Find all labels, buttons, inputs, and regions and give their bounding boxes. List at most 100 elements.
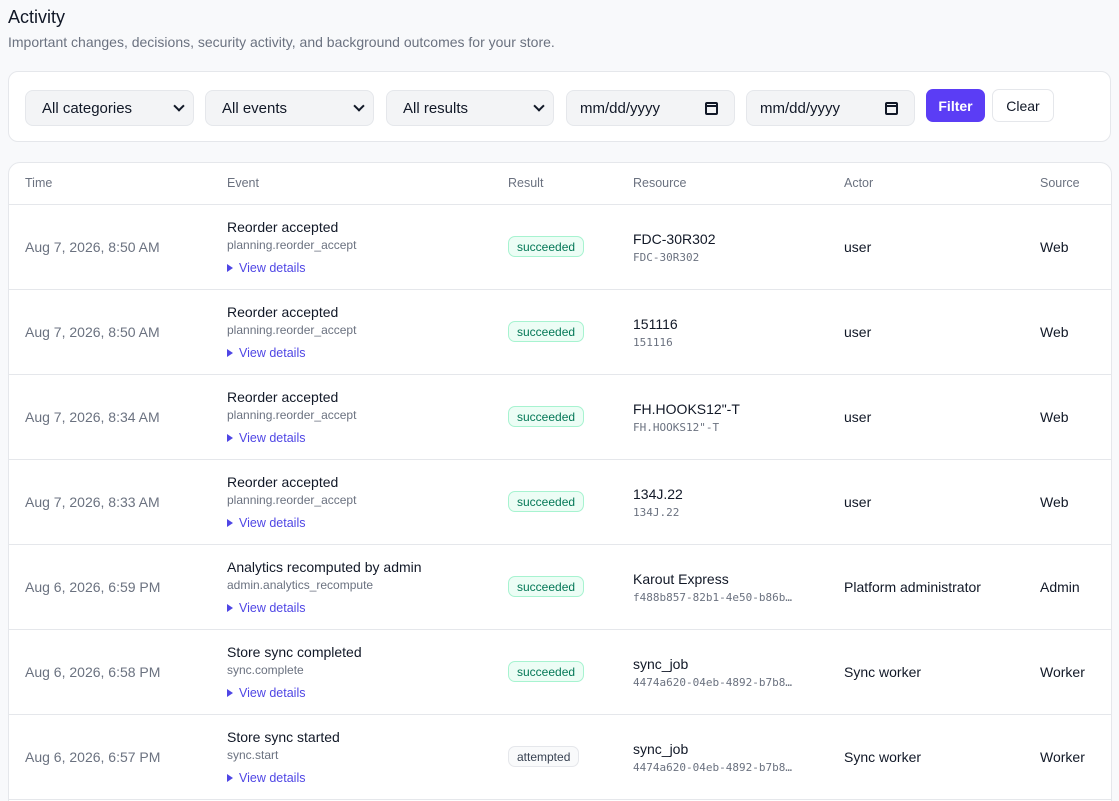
view-details-toggle[interactable]: View details bbox=[227, 686, 305, 700]
resource-id: 151116 bbox=[633, 336, 673, 349]
event-title: Reorder accepted bbox=[227, 304, 339, 320]
row-time: Aug 6, 2026, 6:59 PM bbox=[25, 579, 161, 595]
chevron-down-icon bbox=[533, 100, 545, 112]
category-select[interactable]: All categories bbox=[25, 90, 194, 126]
row-source: Web bbox=[1040, 239, 1069, 255]
page-title: Activity bbox=[8, 7, 66, 27]
category-select-value: All categories bbox=[42, 99, 133, 117]
event-code: planning.reorder_accept bbox=[227, 408, 357, 422]
row-time: Aug 6, 2026, 6:58 PM bbox=[25, 664, 161, 680]
disclosure-triangle-icon bbox=[227, 349, 233, 357]
status-badge: succeeded bbox=[508, 491, 585, 512]
view-details-label: View details bbox=[239, 516, 306, 530]
view-details-label: View details bbox=[239, 601, 306, 615]
table-header: Time Event Result Resource Actor Source bbox=[9, 163, 1111, 205]
result-select-value: All results bbox=[403, 99, 469, 117]
view-details-label: View details bbox=[239, 346, 306, 360]
resource-id: 4474a620-04eb-4892-b7b8… bbox=[633, 761, 792, 774]
view-details-label: View details bbox=[239, 771, 306, 785]
chevron-down-icon bbox=[173, 100, 185, 112]
resource-id: FH.HOOKS12"-T bbox=[633, 421, 720, 434]
status-badge: succeeded bbox=[508, 576, 585, 597]
column-header-event: Event bbox=[227, 176, 259, 190]
resource-name: sync_job bbox=[633, 656, 689, 672]
view-details-toggle[interactable]: View details bbox=[227, 516, 305, 530]
disclosure-triangle-icon bbox=[227, 689, 233, 697]
status-badge: succeeded bbox=[508, 661, 585, 682]
filter-button[interactable]: Filter bbox=[926, 89, 985, 122]
column-header-actor: Actor bbox=[844, 176, 874, 190]
resource-name: 134J.22 bbox=[633, 486, 683, 502]
resource-id: 4474a620-04eb-4892-b7b8… bbox=[633, 676, 792, 689]
row-source: Web bbox=[1040, 494, 1069, 510]
disclosure-triangle-icon bbox=[227, 774, 233, 782]
filter-bar: All categories All events All results mm… bbox=[8, 71, 1111, 142]
event-code: sync.complete bbox=[227, 663, 304, 677]
row-source: Worker bbox=[1040, 664, 1085, 680]
view-details-label: View details bbox=[239, 261, 306, 275]
column-header-time: Time bbox=[25, 176, 53, 190]
resource-name: sync_job bbox=[633, 741, 689, 757]
view-details-toggle[interactable]: View details bbox=[227, 601, 305, 615]
resource-name: Karout Express bbox=[633, 571, 729, 587]
row-time: Aug 6, 2026, 6:57 PM bbox=[25, 749, 161, 765]
row-actor: Sync worker bbox=[844, 664, 922, 680]
event-code: admin.analytics_recompute bbox=[227, 578, 374, 592]
row-actor: user bbox=[844, 494, 872, 510]
view-details-toggle[interactable]: View details bbox=[227, 771, 305, 785]
row-time: Aug 7, 2026, 8:50 AM bbox=[25, 239, 160, 255]
calendar-icon[interactable] bbox=[885, 102, 898, 115]
view-details-toggle[interactable]: View details bbox=[227, 261, 305, 275]
date-to-input[interactable]: mm/dd/yyyy bbox=[746, 90, 915, 126]
view-details-toggle[interactable]: View details bbox=[227, 431, 305, 445]
date-from-placeholder: mm/dd/yyyy bbox=[580, 99, 661, 117]
resource-name: 151116 bbox=[633, 316, 678, 332]
date-to-placeholder: mm/dd/yyyy bbox=[760, 99, 841, 117]
row-actor: user bbox=[844, 324, 872, 340]
row-source: Web bbox=[1040, 324, 1069, 340]
date-from-input[interactable]: mm/dd/yyyy bbox=[566, 90, 735, 126]
table-row: Aug 7, 2026, 8:50 AM Reorder accepted pl… bbox=[9, 290, 1111, 375]
calendar-icon[interactable] bbox=[705, 102, 718, 115]
table-row: Aug 7, 2026, 8:50 AM Reorder accepted pl… bbox=[9, 205, 1111, 290]
disclosure-triangle-icon bbox=[227, 604, 233, 612]
event-title: Reorder accepted bbox=[227, 219, 339, 235]
resource-name: FH.HOOKS12"-T bbox=[633, 401, 740, 417]
event-code: planning.reorder_accept bbox=[227, 238, 357, 252]
chevron-down-icon bbox=[353, 100, 365, 112]
status-badge: succeeded bbox=[508, 321, 585, 342]
row-actor: Sync worker bbox=[844, 749, 922, 765]
table-row: Aug 6, 2026, 6:58 PM Store sync complete… bbox=[9, 630, 1111, 715]
event-code: planning.reorder_accept bbox=[227, 323, 357, 337]
event-title: Store sync completed bbox=[227, 644, 362, 660]
table-row: Aug 7, 2026, 8:33 AM Reorder accepted pl… bbox=[9, 460, 1111, 545]
event-code: planning.reorder_accept bbox=[227, 493, 357, 507]
disclosure-triangle-icon bbox=[227, 264, 233, 272]
row-actor: Platform administrator bbox=[844, 579, 981, 595]
view-details-label: View details bbox=[239, 686, 306, 700]
row-source: Web bbox=[1040, 409, 1069, 425]
disclosure-triangle-icon bbox=[227, 434, 233, 442]
event-select[interactable]: All events bbox=[205, 90, 374, 126]
activity-table: Time Event Result Resource Actor Source … bbox=[8, 162, 1112, 801]
view-details-label: View details bbox=[239, 431, 306, 445]
column-header-source: Source bbox=[1040, 176, 1080, 190]
event-title: Reorder accepted bbox=[227, 389, 339, 405]
resource-id: 134J.22 bbox=[633, 506, 680, 519]
resource-id: FDC-30R302 bbox=[633, 251, 700, 264]
clear-button[interactable]: Clear bbox=[992, 89, 1054, 122]
status-badge: succeeded bbox=[508, 236, 585, 257]
row-time: Aug 7, 2026, 8:34 AM bbox=[25, 409, 160, 425]
view-details-toggle[interactable]: View details bbox=[227, 346, 305, 360]
row-source: Admin bbox=[1040, 579, 1080, 595]
row-source: Worker bbox=[1040, 749, 1085, 765]
event-select-value: All events bbox=[222, 99, 288, 117]
disclosure-triangle-icon bbox=[227, 519, 233, 527]
event-title: Reorder accepted bbox=[227, 474, 339, 490]
resource-id: f488b857-82b1-4e50-b86b… bbox=[633, 591, 792, 604]
result-select[interactable]: All results bbox=[386, 90, 554, 126]
event-code: sync.start bbox=[227, 748, 279, 762]
table-row: Aug 7, 2026, 8:34 AM Reorder accepted pl… bbox=[9, 375, 1111, 460]
column-header-result: Result bbox=[508, 176, 544, 190]
row-actor: user bbox=[844, 409, 872, 425]
